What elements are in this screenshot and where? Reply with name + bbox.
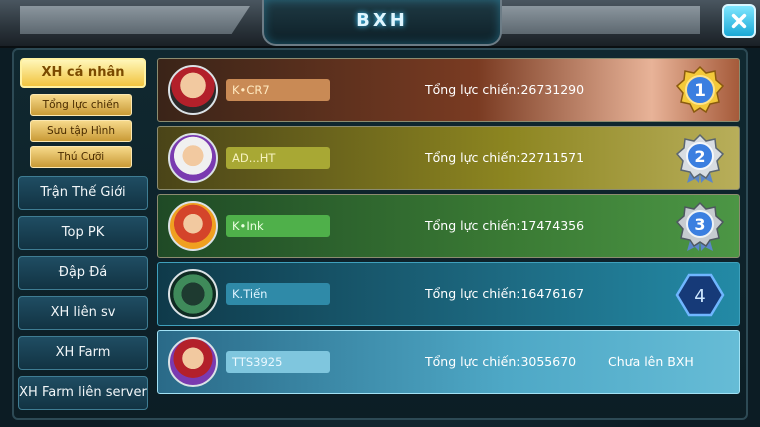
unranked-status: Chưa lên BXH <box>608 354 694 369</box>
bronze-medal-icon: 3 <box>675 201 725 251</box>
rank-number: 1 <box>694 81 706 101</box>
self-ranking-row[interactable]: TTS3925 Tổng lực chiến:3055670 Chưa lên … <box>157 330 740 394</box>
close-icon <box>731 13 747 29</box>
total-power: Tổng lực chiến:17474356 <box>425 218 585 233</box>
rank-number: 3 <box>694 215 705 234</box>
rank-number: 4 <box>694 286 705 307</box>
player-name: TTS3925 <box>226 351 330 373</box>
player-name: K•Ink <box>226 215 330 237</box>
rank-hexagon-icon: 4 <box>675 273 725 317</box>
avatar <box>168 337 218 387</box>
ranking-row[interactable]: K.Tiến Tổng lực chiến:16476167 4 <box>157 262 740 326</box>
silver-medal-icon: 2 <box>675 133 725 183</box>
sub-tab-total-power[interactable]: Tổng lực chiến <box>30 94 132 116</box>
gold-medal-icon: 1 <box>675 65 725 114</box>
total-power: Tổng lực chiến:22711571 <box>425 150 585 165</box>
avatar <box>168 65 218 115</box>
total-power: Tổng lực chiến:26731290 <box>425 82 585 97</box>
ranking-row[interactable]: K•CR7 Tổng lực chiến:26731290 1 <box>157 58 740 122</box>
sub-tab-collection[interactable]: Sưu tập Hình <box>30 120 132 142</box>
tab-personal-ranking[interactable]: XH cá nhân <box>20 58 146 88</box>
rank-number: 2 <box>694 147 705 166</box>
player-name: AD...HT <box>226 147 330 169</box>
tab-farm-cross-server[interactable]: XH Farm liên server <box>18 376 148 410</box>
ranking-row[interactable]: AD...HT Tổng lực chiến:22711571 2 <box>157 126 740 190</box>
player-name: K.Tiến <box>226 283 330 305</box>
tab-cross-server[interactable]: XH liên sv <box>18 296 148 330</box>
ranking-row[interactable]: K•Ink Tổng lực chiến:17474356 3 <box>157 194 740 258</box>
total-power: Tổng lực chiến:16476167 <box>425 286 585 301</box>
avatar <box>168 269 218 319</box>
ranking-list: K•CR7 Tổng lực chiến:26731290 1 AD...HT … <box>157 58 740 398</box>
close-button[interactable] <box>722 4 756 38</box>
tab-farm[interactable]: XH Farm <box>18 336 148 370</box>
tab-top-pk[interactable]: Top PK <box>18 216 148 250</box>
tab-world-battle[interactable]: Trận Thế Giới <box>18 176 148 210</box>
avatar <box>168 133 218 183</box>
total-power: Tổng lực chiến:3055670 <box>425 354 577 369</box>
sub-tab-mounts[interactable]: Thú Cưỡi <box>30 146 132 168</box>
tab-stone-smash[interactable]: Đập Đá <box>18 256 148 290</box>
avatar <box>168 201 218 251</box>
sub-tab-group: Tổng lực chiến Sưu tập Hình Thú Cưỡi <box>18 94 150 168</box>
page-title: BXH <box>356 10 408 31</box>
sidebar: XH cá nhân Tổng lực chiến Sưu tập Hình T… <box>18 58 150 416</box>
title-plate: BXH <box>262 0 502 46</box>
player-name: K•CR7 <box>226 79 330 101</box>
